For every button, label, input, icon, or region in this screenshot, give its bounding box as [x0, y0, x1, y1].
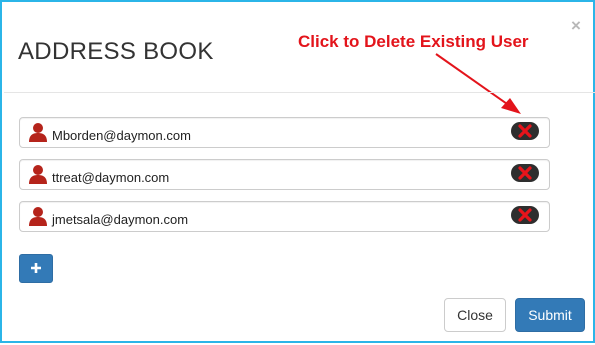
user-email: jmetsala@daymon.com	[52, 212, 189, 227]
user-row: jmetsala@daymon.com	[19, 201, 550, 232]
user-email: ttreat@daymon.com	[52, 170, 170, 185]
header-divider	[4, 92, 595, 93]
user-row: Mborden@daymon.com	[19, 117, 550, 148]
delete-user-button[interactable]	[511, 164, 539, 182]
user-icon	[29, 165, 47, 184]
user-icon	[29, 123, 47, 142]
add-user-button[interactable]	[19, 254, 53, 283]
delete-x-icon	[518, 166, 532, 180]
delete-x-icon	[518, 208, 532, 222]
user-icon	[29, 207, 47, 226]
address-book-dialog: ADDRESS BOOK × Click to Delete Existing …	[0, 0, 595, 343]
user-email: Mborden@daymon.com	[52, 128, 191, 143]
user-row: ttreat@daymon.com	[19, 159, 550, 190]
plus-icon	[31, 263, 41, 273]
submit-button[interactable]: Submit	[515, 298, 585, 332]
delete-user-button[interactable]	[511, 206, 539, 224]
close-button[interactable]: Close	[444, 298, 506, 332]
delete-user-button[interactable]	[511, 122, 539, 140]
delete-x-icon	[518, 124, 532, 138]
